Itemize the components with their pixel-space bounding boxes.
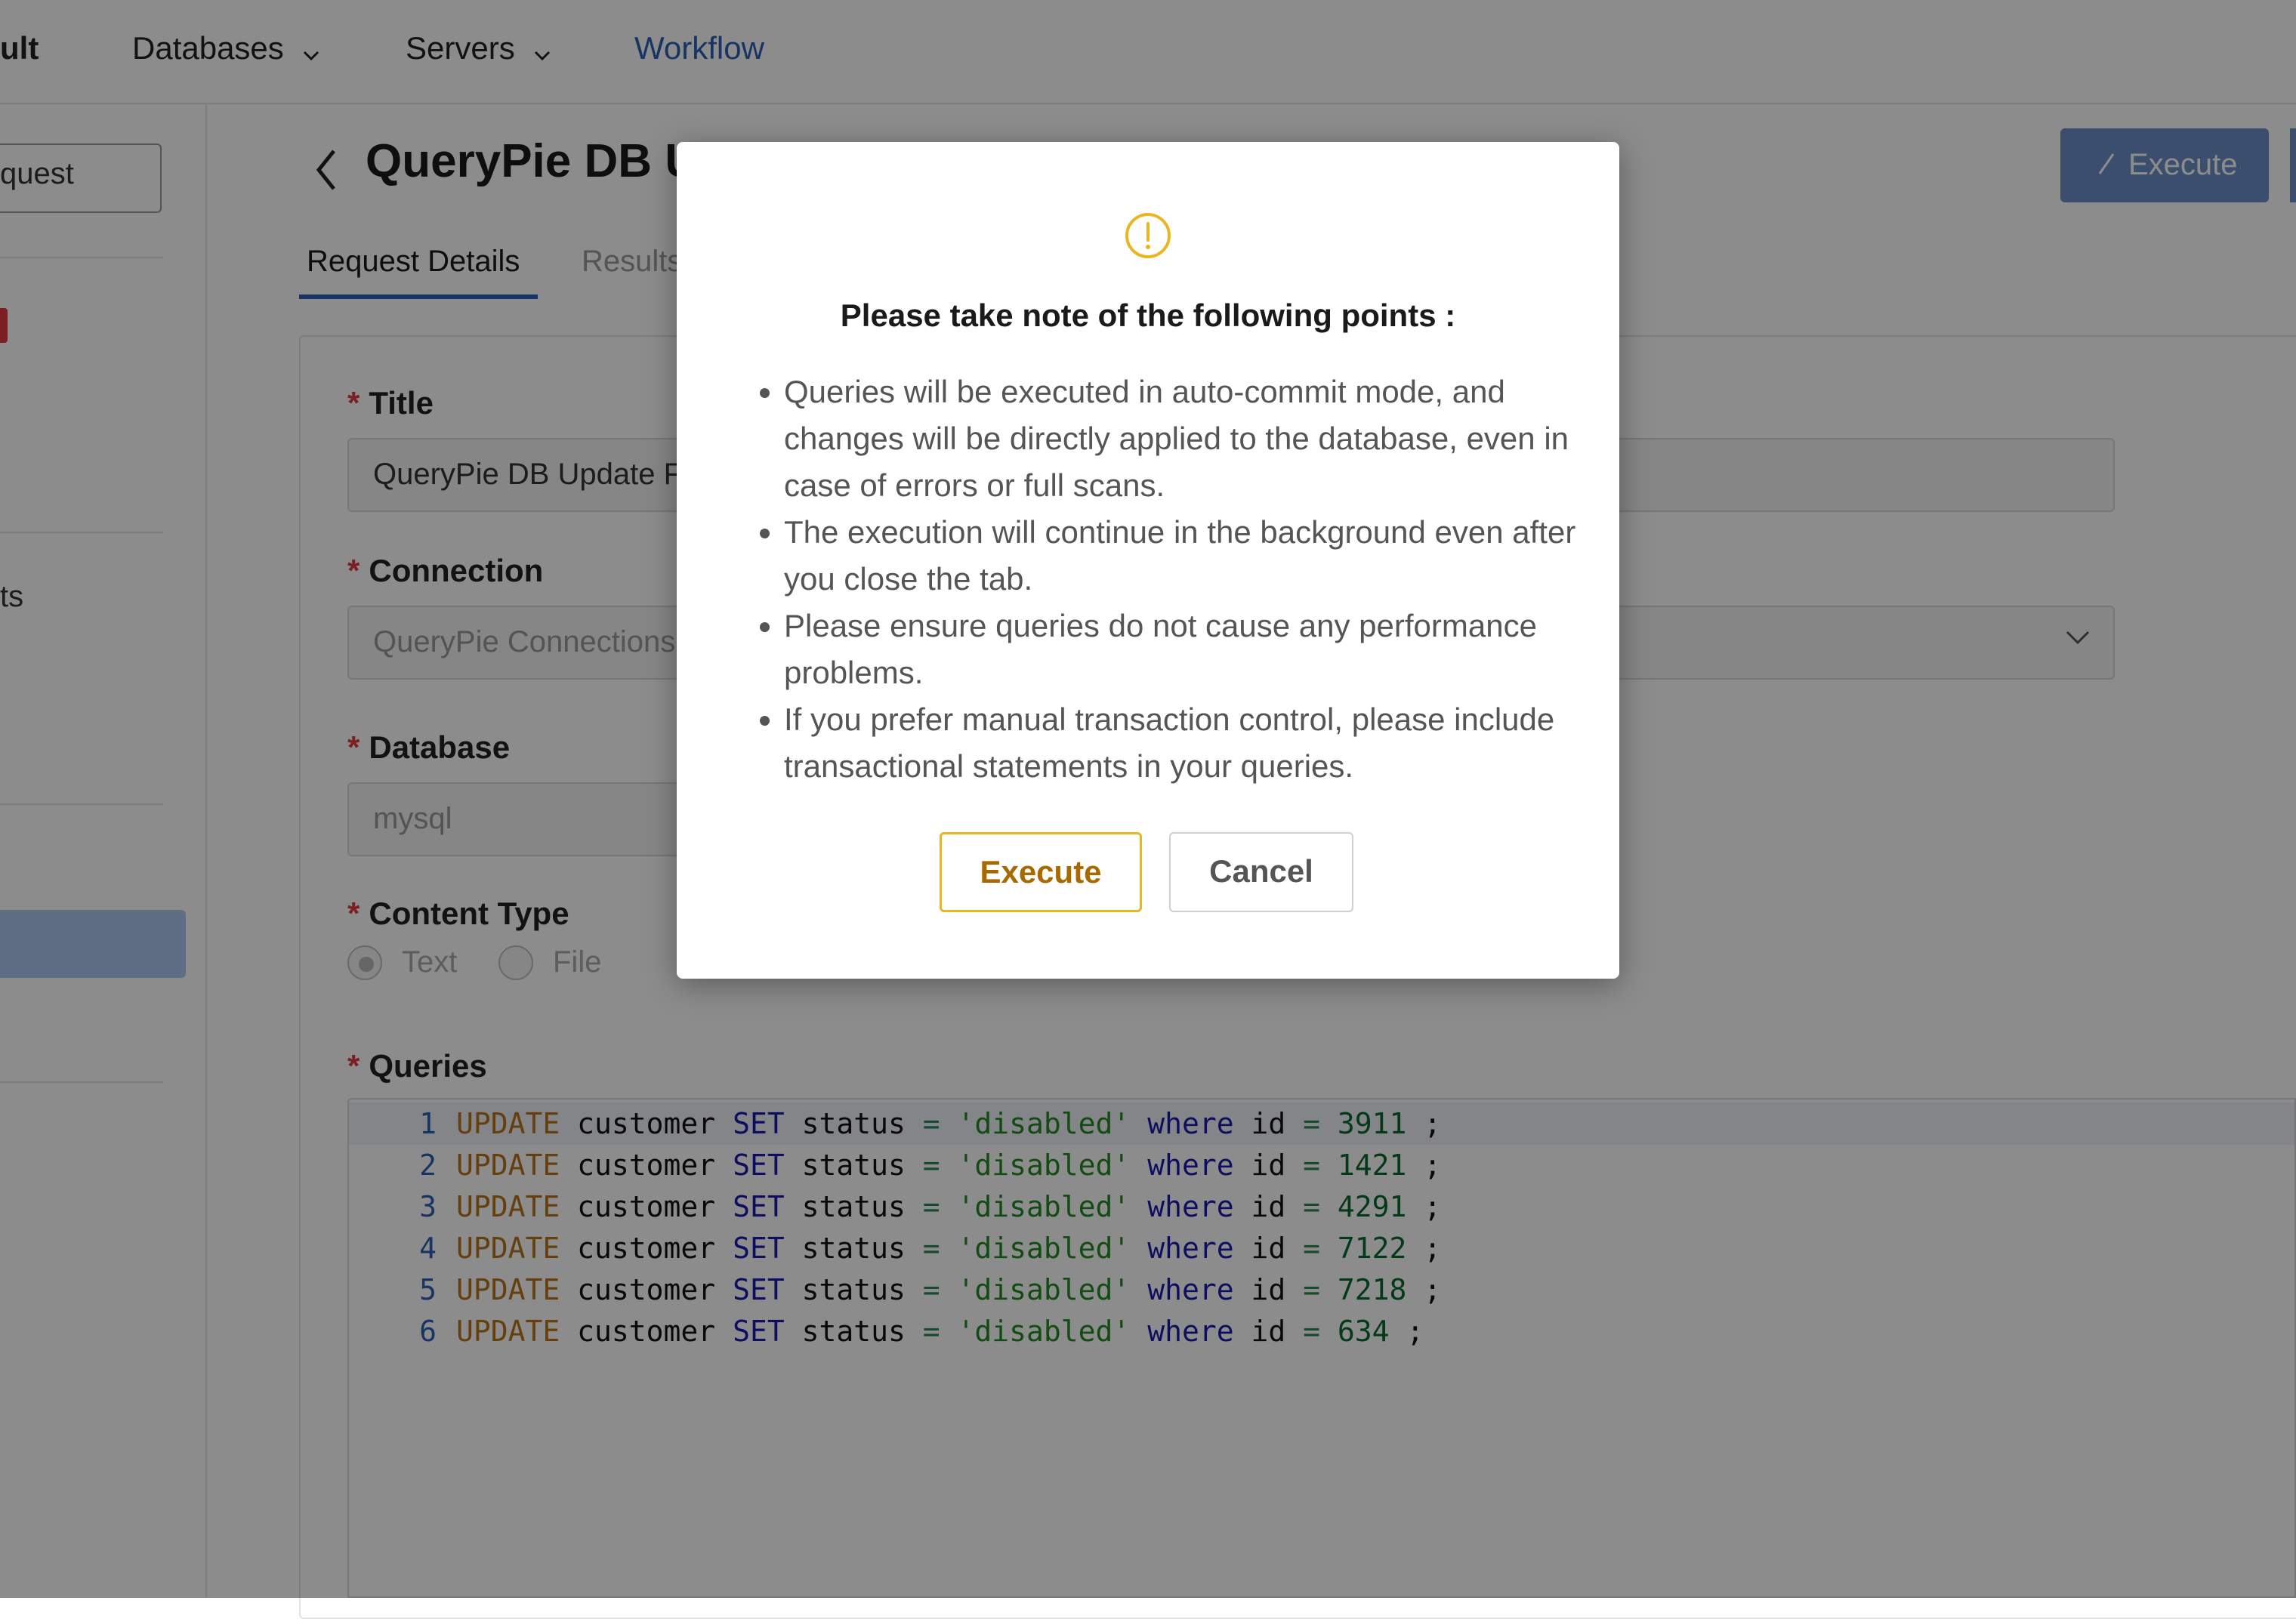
list-item: Queries will be executed in auto-commit …: [784, 369, 1588, 509]
warning-circle-icon: [1124, 211, 1172, 260]
dialog-title: Please take note of the following points…: [840, 298, 1456, 333]
cancel-button[interactable]: Cancel: [1169, 832, 1353, 912]
confirm-execute-dialog: Please take note of the following points…: [677, 142, 1619, 979]
list-item: The execution will continue in the backg…: [784, 509, 1588, 603]
list-item: Please ensure queries do not cause any p…: [784, 603, 1588, 696]
dialog-points-list: Queries will be executed in auto-commit …: [749, 369, 1588, 790]
list-item: If you prefer manual transaction control…: [784, 696, 1588, 790]
confirm-execute-button[interactable]: Execute: [940, 832, 1142, 912]
